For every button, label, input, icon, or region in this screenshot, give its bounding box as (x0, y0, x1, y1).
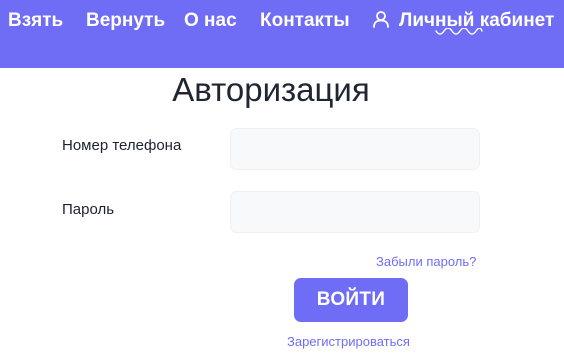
phone-label: Номер телефона (62, 137, 182, 154)
top-navigation-bar: Взять Вернуть О нас Контакты Личный каби… (0, 0, 564, 68)
user-icon (373, 11, 389, 28)
login-button[interactable]: ВОЙТИ (294, 278, 408, 322)
nav-link-about[interactable]: О нас (184, 9, 237, 33)
register-link[interactable]: Зарегистрироваться (287, 334, 410, 349)
phone-input[interactable] (230, 128, 480, 170)
forgot-password-link[interactable]: Забыли пароль? (376, 254, 476, 269)
password-label: Пароль (62, 201, 115, 218)
nav-link-contacts[interactable]: Контакты (260, 9, 350, 33)
page-title: Авторизация (172, 71, 370, 108)
nav-link-take-label: Взять (8, 10, 64, 31)
nav-link-take[interactable]: Взять (8, 9, 63, 33)
password-input[interactable] (230, 191, 480, 233)
nav-link-about-label: О нас (184, 10, 237, 31)
active-nav-wave-indicator (435, 28, 483, 35)
nav-link-return-label: Вернуть (86, 10, 166, 31)
nav-link-contacts-label: Контакты (260, 10, 350, 31)
nav-link-return[interactable]: Вернуть (86, 9, 165, 33)
